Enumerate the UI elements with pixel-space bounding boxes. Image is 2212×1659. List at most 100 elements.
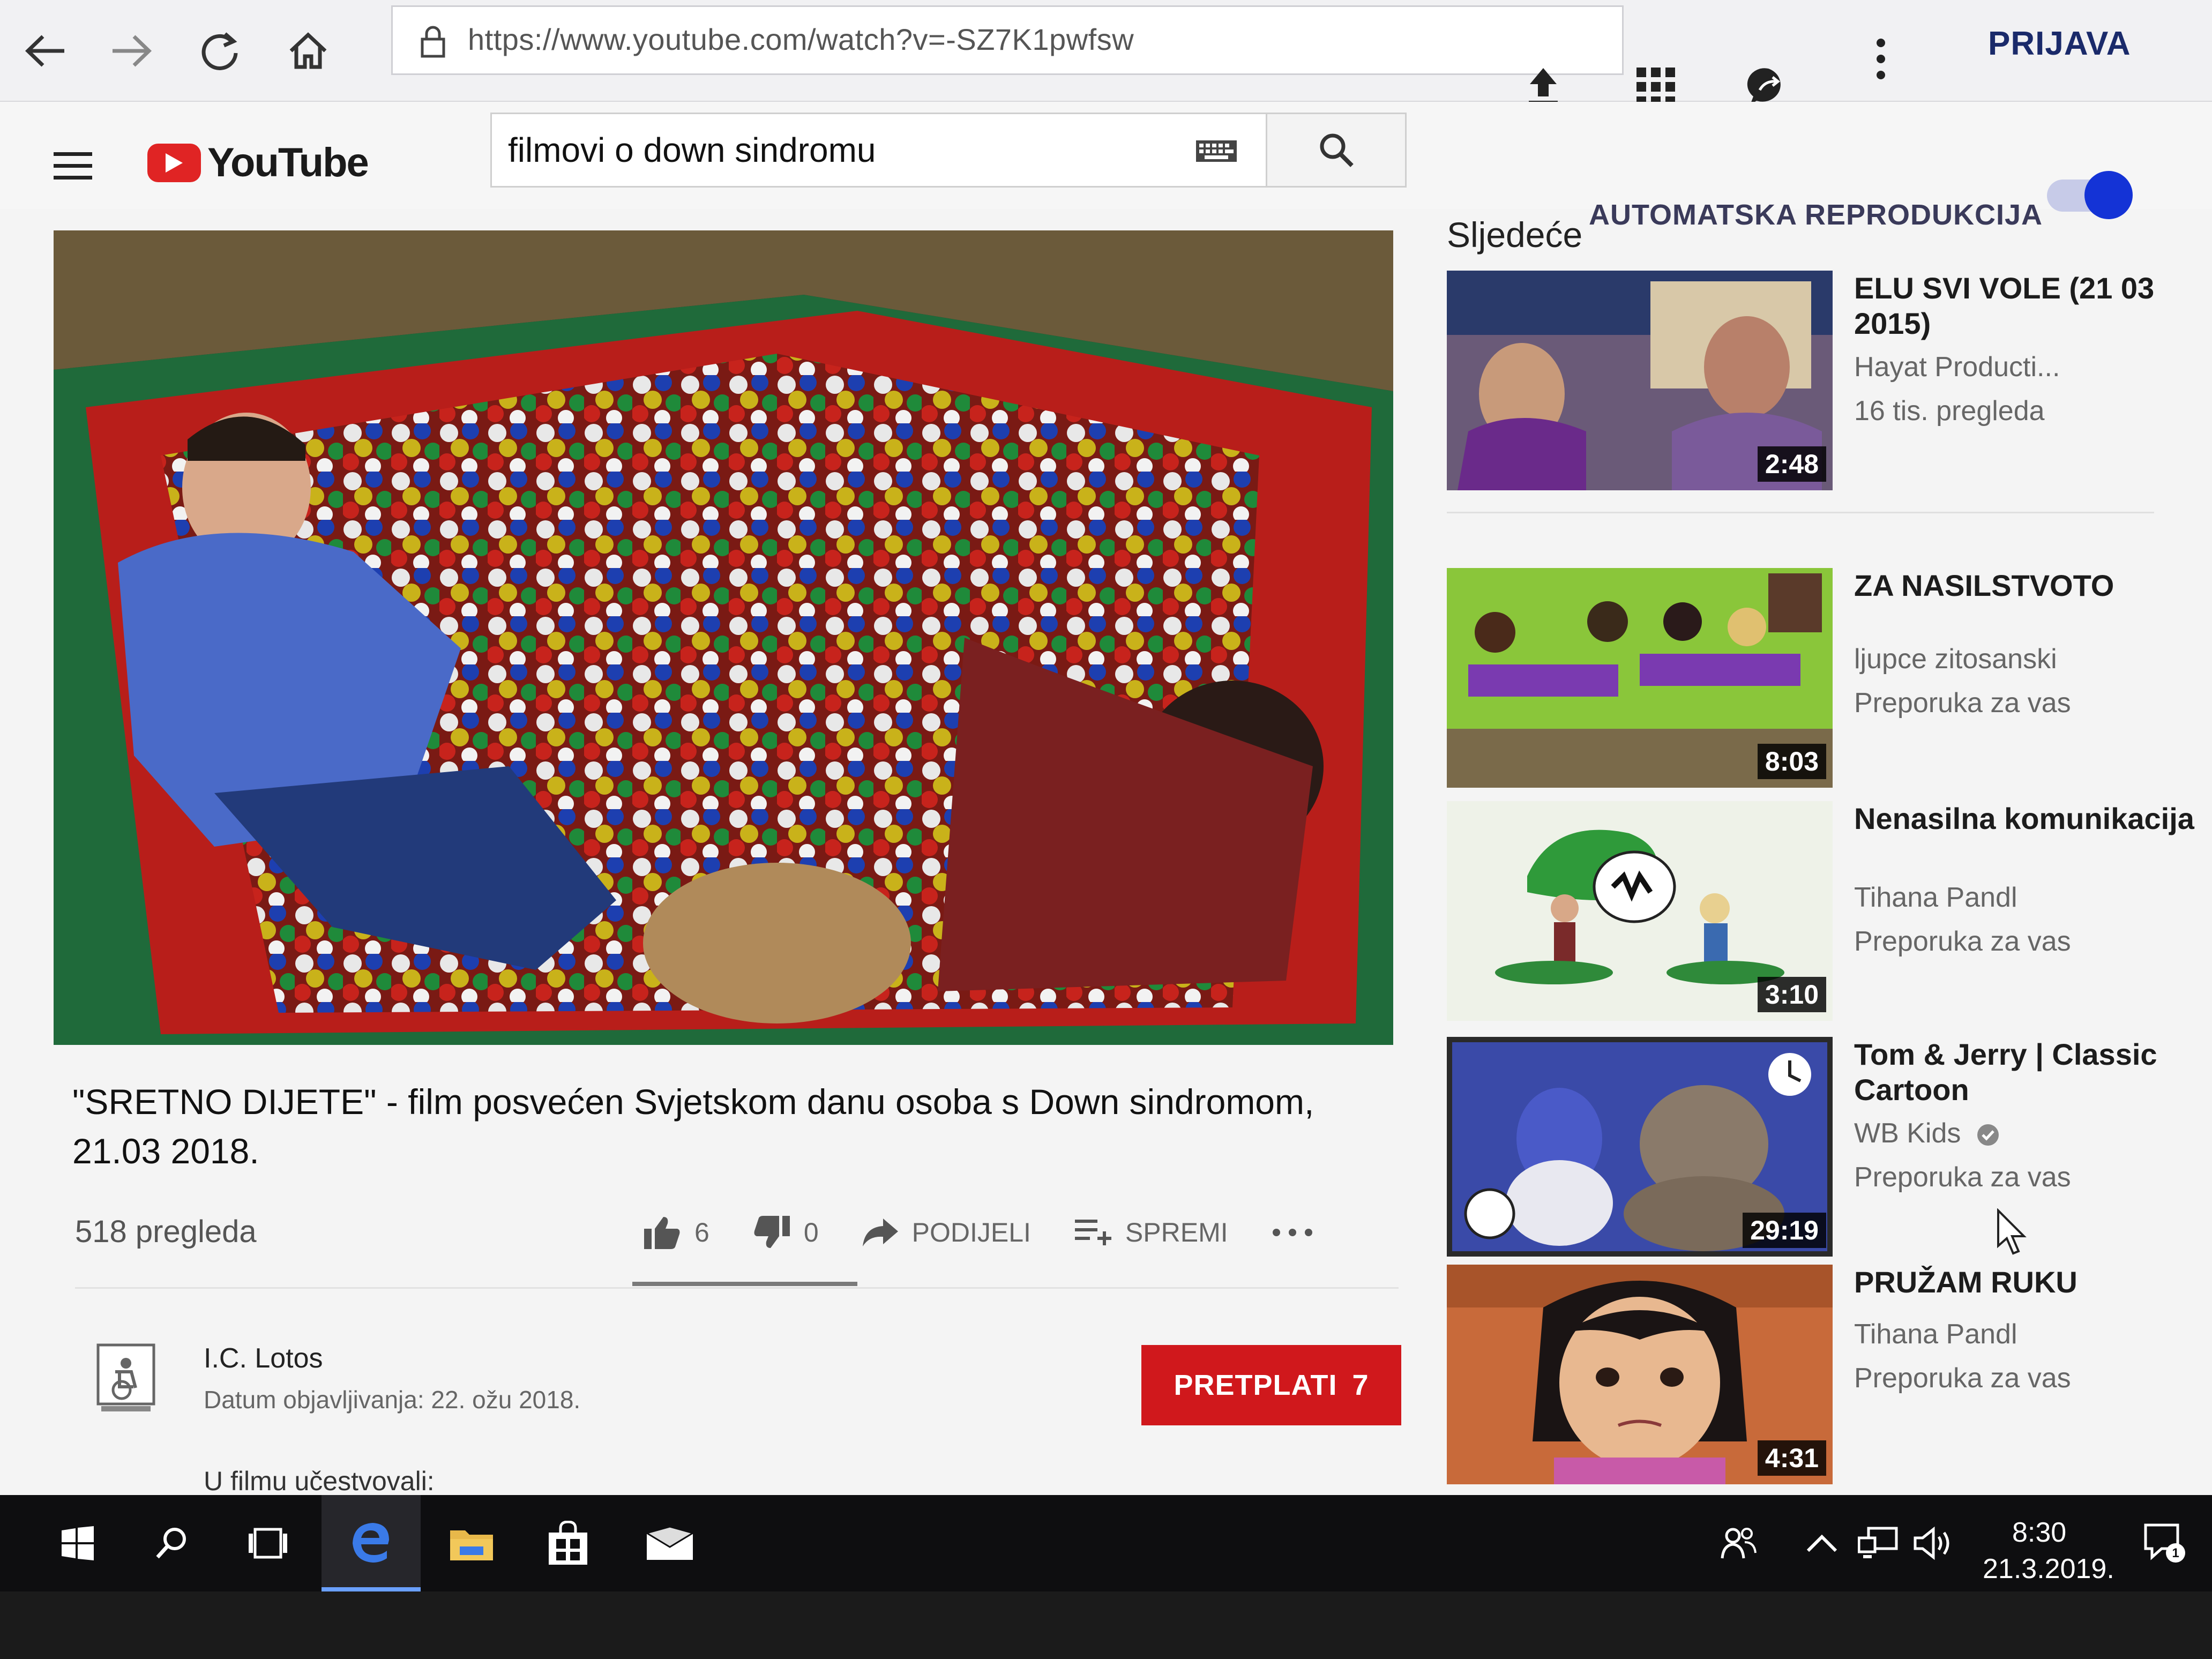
channel-avatar[interactable] — [94, 1340, 158, 1415]
suggested-video[interactable]: 8:03 ZA NASILSTVOTO ljupce zitosanski Pr… — [1447, 568, 2208, 793]
subscribe-button[interactable]: PRETPLATI 7 — [1141, 1345, 1401, 1425]
mouse-pointer-icon — [1997, 1208, 2027, 1255]
autoplay-label: AUTOMATSKA REPRODUKCIJA — [1589, 199, 2043, 231]
back-button[interactable] — [16, 21, 75, 80]
home-icon — [289, 32, 327, 69]
video-thumbnail[interactable]: 8:03 — [1447, 568, 1833, 788]
suggested-video-channel: Tihana Pandl — [1854, 882, 2017, 913]
youtube-play-logo-icon — [147, 143, 201, 182]
suggested-video-channel: WB Kids — [1854, 1117, 2000, 1149]
keyboard-icon[interactable] — [1195, 139, 1238, 163]
more-vertical-icon — [1877, 39, 1885, 79]
share-button[interactable]: PODIJELI — [862, 1217, 1031, 1248]
show-hidden-icons-button[interactable] — [1795, 1516, 1849, 1570]
people-icon — [1721, 1528, 1757, 1559]
save-label: SPREMI — [1125, 1217, 1228, 1247]
sign-in-button[interactable]: PRIJAVA — [1988, 25, 2131, 63]
speaker-volume-icon — [1914, 1526, 1949, 1560]
clock-date[interactable]: 21.3.2019. — [1983, 1553, 2114, 1585]
dislike-button[interactable]: 0 — [752, 1215, 819, 1250]
more-horizontal-icon — [1272, 1229, 1312, 1236]
verified-check-icon — [1977, 1124, 1999, 1146]
thumbs-up-icon — [644, 1217, 680, 1249]
folder-icon — [450, 1530, 493, 1560]
description-text: U filmu učestvovali: — [204, 1466, 435, 1495]
video-thumbnail[interactable]: 2:48 — [1447, 271, 1833, 490]
suggested-video-meta: 16 tis. pregleda — [1854, 395, 2045, 427]
action-center-button[interactable]: 1 — [2138, 1516, 2192, 1570]
store-bag-icon — [549, 1521, 587, 1565]
dislike-count: 0 — [803, 1217, 819, 1247]
suggested-video-meta: Preporuka za vas — [1854, 1363, 2071, 1394]
video-duration: 4:31 — [1757, 1440, 1826, 1476]
up-next-label: Sljedeće — [1447, 215, 1583, 255]
suggested-video-channel: ljupce zitosanski — [1854, 644, 2057, 675]
like-button[interactable]: 6 — [643, 1215, 709, 1250]
suggested-video-title[interactable]: Nenasilna komunikacija — [1854, 801, 2197, 836]
search-icon — [156, 1528, 186, 1559]
divider — [1447, 512, 2154, 513]
playlist-add-icon — [1074, 1220, 1111, 1245]
network-button[interactable] — [1851, 1516, 1905, 1570]
start-button[interactable] — [51, 1516, 104, 1570]
suggested-video[interactable]: 29:19 Tom & Jerry | Classic Cartoon WB K… — [1447, 1037, 2208, 1262]
edge-browser-icon — [353, 1523, 389, 1563]
task-view-button[interactable] — [241, 1516, 295, 1570]
file-explorer-button[interactable] — [445, 1516, 498, 1570]
search-taskbar-button[interactable] — [145, 1516, 198, 1570]
suggested-video-channel: Hayat Producti... — [1854, 352, 2060, 383]
channel-name-text: WB Kids — [1854, 1118, 1961, 1149]
refresh-icon — [201, 32, 238, 70]
save-button[interactable]: SPREMI — [1074, 1217, 1228, 1248]
video-thumbnail[interactable]: 4:31 — [1447, 1265, 1833, 1484]
more-options-button[interactable] — [1854, 32, 1908, 86]
video-player[interactable] — [54, 230, 1393, 1045]
search-button[interactable] — [1267, 113, 1407, 188]
mail-envelope-icon — [646, 1526, 694, 1560]
suggested-video-title[interactable]: ELU SVI VOLE (21 03 2015) — [1854, 271, 2197, 341]
youtube-logo[interactable]: YouTube — [147, 139, 369, 186]
url-text[interactable]: https://www.youtube.com/watch?v=-SZ7K1pw… — [468, 22, 1134, 57]
notifications-icon: 1 — [2144, 1523, 2185, 1563]
youtube-header: YouTube filmovi o down sindromu — [0, 102, 2212, 209]
view-count: 518 pregleda — [75, 1214, 257, 1249]
back-arrow-icon — [25, 35, 64, 67]
suggested-video-meta: Preporuka za vas — [1854, 1162, 2071, 1193]
suggested-video-title[interactable]: Tom & Jerry | Classic Cartoon — [1854, 1037, 2197, 1108]
video-duration: 8:03 — [1757, 744, 1826, 779]
store-button[interactable] — [541, 1516, 595, 1570]
video-frame-image — [54, 230, 1393, 1045]
browser-toolbar: https://www.youtube.com/watch?v=-SZ7K1pw… — [0, 0, 2212, 106]
volume-button[interactable] — [1908, 1516, 1961, 1570]
suggested-video[interactable]: 4:31 PRUŽAM RUKU Tihana Pandl Preporuka … — [1447, 1265, 2208, 1490]
forward-button[interactable] — [102, 21, 161, 80]
video-thumbnail[interactable]: 29:19 — [1447, 1037, 1833, 1257]
edge-taskbar-button[interactable] — [322, 1495, 421, 1591]
suggested-video-title[interactable]: ZA NASILSTVOTO — [1854, 568, 2197, 603]
people-button[interactable] — [1712, 1516, 1766, 1570]
suggested-video[interactable]: 3:10 Nenasilna komunikacija Tihana Pandl… — [1447, 801, 2208, 1026]
hamburger-menu-icon[interactable] — [54, 150, 96, 182]
network-icon — [1858, 1527, 1898, 1558]
suggested-video-meta: Preporuka za vas — [1854, 687, 2071, 719]
chevron-up-icon — [1806, 1534, 1837, 1552]
channel-name[interactable]: I.C. Lotos — [204, 1342, 323, 1374]
more-actions-button[interactable] — [1271, 1227, 1327, 1238]
refresh-button[interactable] — [190, 21, 249, 80]
search-input[interactable]: filmovi o down sindromu — [490, 113, 1267, 188]
address-bar[interactable]: https://www.youtube.com/watch?v=-SZ7K1pw… — [391, 5, 1624, 75]
suggested-video-title[interactable]: PRUŽAM RUKU — [1854, 1265, 2197, 1300]
mail-button[interactable] — [643, 1516, 697, 1570]
suggested-video[interactable]: 2:48 ELU SVI VOLE (21 03 2015) Hayat Pro… — [1447, 271, 2208, 496]
autoplay-toggle[interactable] — [2047, 171, 2133, 219]
task-view-icon — [249, 1528, 287, 1559]
video-thumbnail[interactable]: 3:10 — [1447, 801, 1833, 1021]
video-actions: 6 0 PODIJELI SPREMI — [643, 1206, 1370, 1259]
video-duration: 3:10 — [1757, 977, 1826, 1012]
suggested-video-channel: Tihana Pandl — [1854, 1319, 2017, 1350]
publish-date: Datum objavljivanja: 22. ožu 2018. — [204, 1386, 581, 1414]
home-button[interactable] — [279, 21, 338, 80]
subscribe-label: PRETPLATI — [1174, 1369, 1337, 1401]
clock-time[interactable]: 8:30 — [2012, 1516, 2066, 1549]
divider — [75, 1287, 1399, 1289]
